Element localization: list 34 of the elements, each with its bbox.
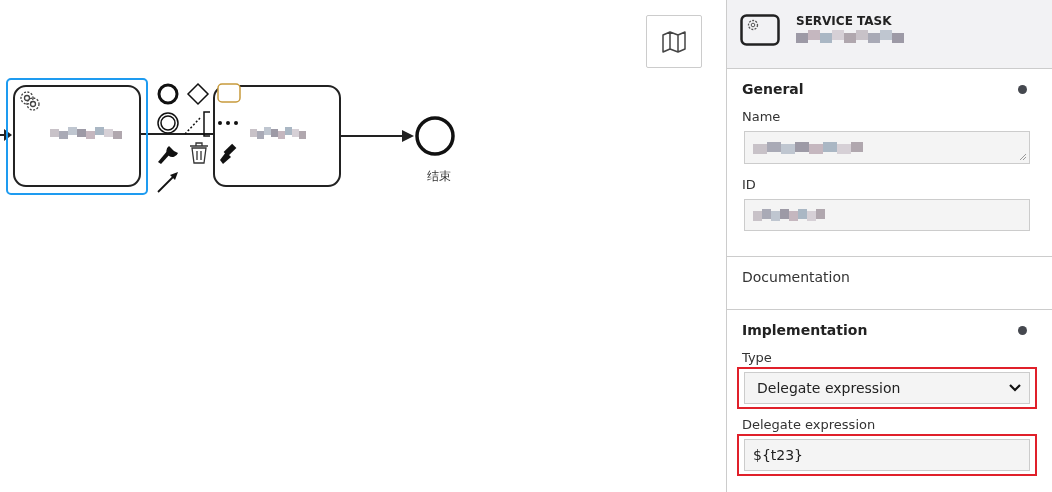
map-icon [662,30,686,53]
service-task[interactable] [13,85,141,187]
gear-icon [20,91,40,111]
field-label: Name [742,109,782,124]
trash-icon[interactable] [189,142,209,164]
wrench-icon[interactable] [158,146,178,164]
intermediate-event-icon[interactable] [157,112,179,134]
minimap-button[interactable] [646,15,702,68]
element-type-label: SERVICE TASK [796,14,893,28]
group-title[interactable]: General [742,81,804,97]
connect-arrow-icon[interactable] [157,172,178,193]
input-field[interactable]: ${t23} [744,439,1030,471]
redacted-label [50,127,122,139]
group-title[interactable]: Documentation [742,269,850,285]
paintbrush-icon[interactable] [220,143,237,164]
field-label: Type [742,350,773,365]
task-icon[interactable] [217,83,241,103]
field-label: ID [742,177,757,192]
task[interactable] [213,85,341,187]
input-field[interactable] [744,131,1030,164]
service-task-icon [740,14,780,46]
gateway-icon[interactable] [186,82,210,106]
chevron-down-icon [1009,384,1021,392]
type-dropdown[interactable]: Delegate expression [744,372,1030,404]
end-event[interactable] [415,116,455,156]
field-label: Delegate expression [742,417,877,432]
resize-grip-icon[interactable] [1019,153,1027,161]
end-event-label: 结束 [427,169,451,183]
more-icon[interactable] [218,121,238,125]
group-title[interactable]: Implementation [742,322,868,338]
end-event-icon[interactable] [157,83,179,105]
annotation-icon[interactable] [184,111,211,137]
redacted-label [250,127,306,139]
input-field[interactable] [744,199,1030,231]
